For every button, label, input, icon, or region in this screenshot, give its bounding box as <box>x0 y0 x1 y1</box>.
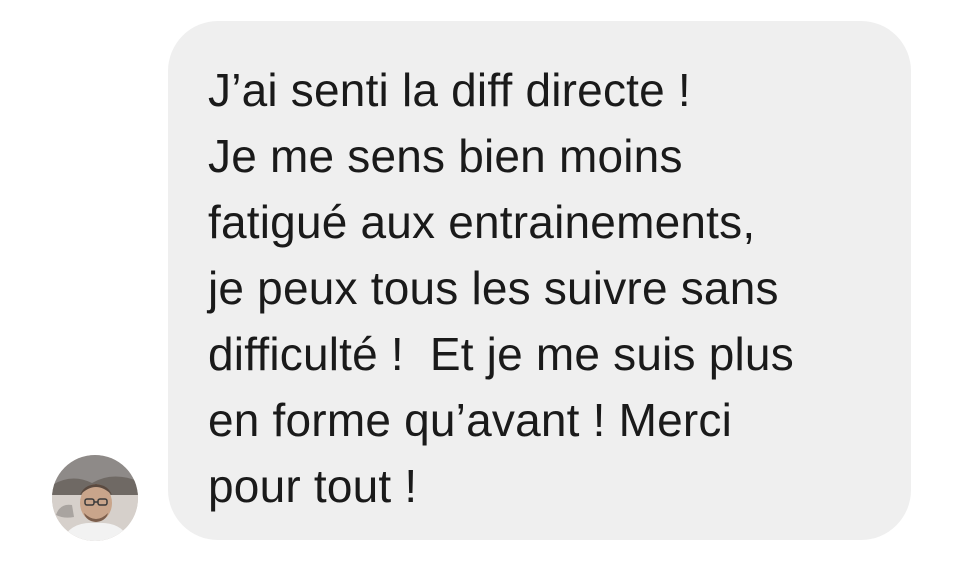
sender-avatar[interactable] <box>52 455 138 541</box>
message-line: en forme qu’avant ! Merci <box>208 394 733 446</box>
message-line: fatigué aux entrainements, <box>208 196 756 248</box>
message-line: pour tout ! <box>208 460 418 512</box>
message-line: Je me sens bien moins <box>208 130 683 182</box>
message-line: difficulté ! Et je me suis plus <box>208 328 794 380</box>
message-bubble[interactable]: J’ai senti la diff directe ! Je me sens … <box>168 21 911 540</box>
incoming-message-row: J’ai senti la diff directe ! Je me sens … <box>0 0 957 563</box>
avatar-photo-icon <box>52 455 138 541</box>
message-line: J’ai senti la diff directe ! <box>208 64 691 116</box>
message-line: je peux tous les suivre sans <box>208 262 779 314</box>
